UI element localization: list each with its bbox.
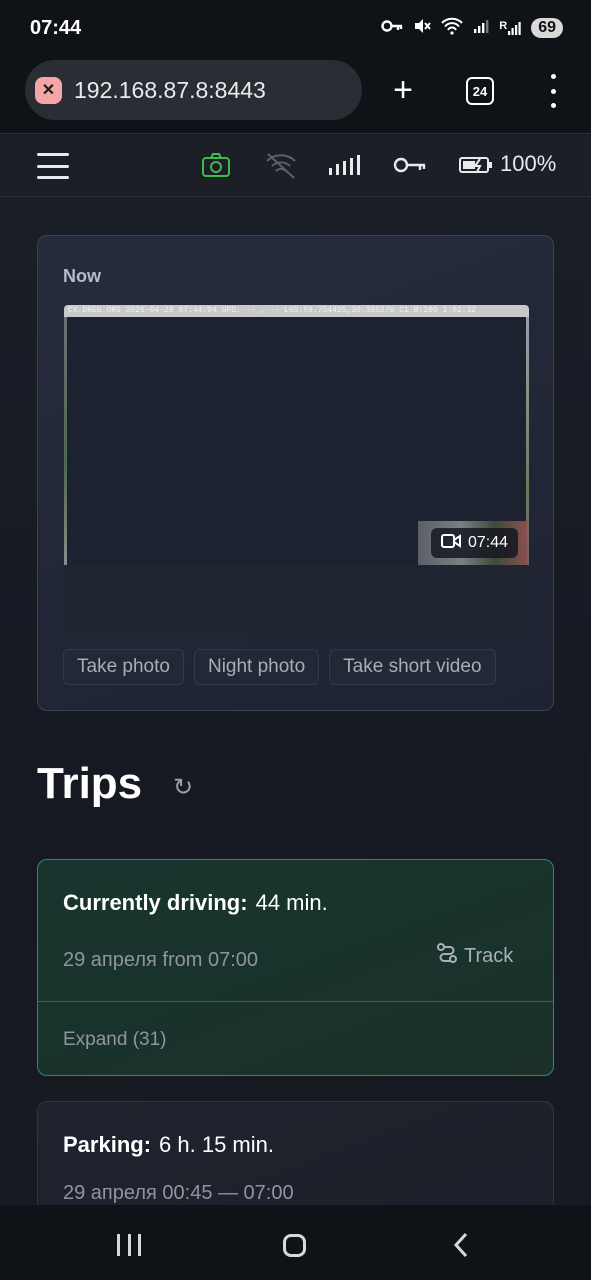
parking-heading: Parking: 6 h. 15 min.	[63, 1132, 274, 1158]
back-button[interactable]	[452, 1231, 470, 1264]
expand-button[interactable]: Expand (31)	[63, 1029, 167, 1051]
address-bar[interactable]: ✕ 192.168.87.8:8443	[25, 60, 362, 120]
capture-buttons: Take photo Night photo Take short video	[63, 649, 496, 685]
current-trip-duration: 44 min.	[255, 890, 328, 915]
main-content: Now CX.DREG.ORG 2026-04-29 07:44:04 GPS:…	[0, 197, 591, 1205]
mute-icon	[413, 17, 432, 39]
system-nav-bar	[0, 1205, 591, 1280]
camera-snapshot[interactable]: CX.DREG.ORG 2026-04-29 07:44:04 GPS: -- …	[64, 305, 529, 565]
battery-charging-icon	[459, 155, 493, 180]
status-time: 07:44	[30, 16, 82, 39]
menu-icon[interactable]	[37, 153, 69, 179]
browser-toolbar: ✕ 192.168.87.8:8443 + 24	[0, 56, 591, 134]
card-divider	[38, 1001, 553, 1002]
not-secure-icon[interactable]: ✕	[35, 76, 62, 104]
trips-title: Trips	[37, 759, 143, 808]
photo-edge	[64, 317, 67, 565]
camera-icon[interactable]	[201, 151, 231, 184]
now-card-title: Now	[63, 266, 101, 286]
parking-card: Parking: 6 h. 15 min. 29 апреля 00:45 — 0…	[37, 1101, 554, 1205]
video-camera-icon	[441, 533, 461, 554]
new-tab-button[interactable]: +	[388, 70, 418, 110]
wifi-icon	[441, 17, 463, 39]
vpn-key-icon	[381, 19, 403, 37]
video-time: 07:44	[468, 534, 509, 551]
night-photo-button[interactable]: Night photo	[193, 649, 320, 685]
track-button[interactable]: Track	[436, 942, 513, 970]
refresh-icon[interactable]: ↻	[173, 773, 193, 802]
take-short-video-button[interactable]: Take short video	[329, 649, 496, 685]
browser-menu-button[interactable]	[543, 74, 563, 108]
battery-percent: 100%	[500, 151, 557, 176]
recents-button[interactable]	[117, 1234, 141, 1256]
parking-subtitle: 29 апреля 00:45 — 07:00	[63, 1182, 294, 1204]
url-text[interactable]: 192.168.87.8:8443	[74, 77, 266, 104]
status-icons: R 69	[381, 17, 563, 39]
now-card: Now CX.DREG.ORG 2026-04-29 07:44:04 GPS:…	[37, 235, 554, 711]
parking-duration: 6 h. 15 min.	[159, 1132, 274, 1157]
menu-dot	[550, 88, 556, 94]
roaming-signal-icon: R	[499, 20, 521, 36]
photo-stamp: CX.DREG.ORG 2026-04-29 07:44:04 GPS: -- …	[64, 305, 529, 317]
roaming-label: R	[499, 20, 508, 32]
video-badge[interactable]: 07:44	[431, 528, 519, 558]
track-label: Track	[464, 944, 514, 967]
current-trip-card: Currently driving: 44 min. 29 апреля from…	[37, 859, 554, 1076]
tab-switcher-button[interactable]: 24	[466, 77, 494, 105]
wifi-off-icon	[264, 151, 298, 184]
status-bar: 07:44 R 69	[0, 0, 591, 56]
route-icon	[436, 942, 458, 970]
key-icon	[393, 156, 427, 179]
photo-placeholder	[64, 565, 529, 633]
signal-icon	[473, 18, 489, 38]
take-photo-button[interactable]: Take photo	[63, 649, 184, 685]
parking-label: Parking:	[63, 1132, 152, 1157]
current-trip-label: Currently driving:	[63, 890, 248, 915]
signal-bars-icon	[328, 154, 362, 181]
app-header: 100%	[0, 135, 591, 197]
current-trip-subtitle: 29 апреля from 07:00	[63, 949, 258, 971]
home-button[interactable]	[283, 1234, 306, 1257]
menu-dot	[550, 103, 556, 108]
current-trip-heading: Currently driving: 44 min.	[63, 890, 328, 916]
menu-dot	[550, 74, 556, 79]
battery-level-badge: 69	[531, 18, 563, 38]
